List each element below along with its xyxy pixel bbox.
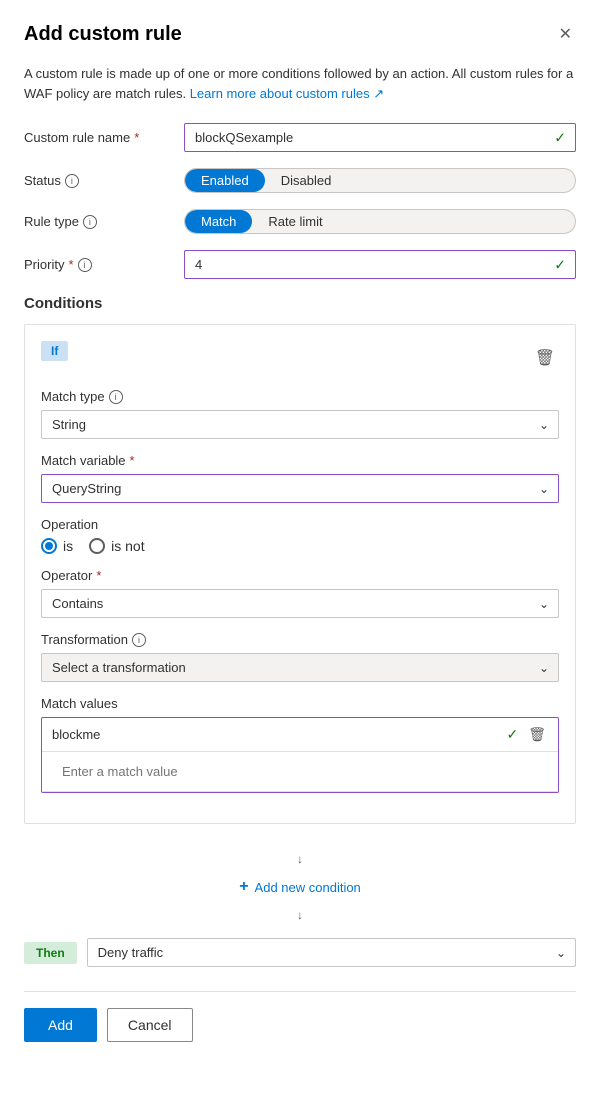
rule-type-toggle-wrap: Match Rate limit — [184, 209, 576, 234]
delete-icon: 🗑 — [535, 350, 555, 367]
custom-rule-name-field-wrap: ✓ — [184, 123, 576, 152]
match-value-delete-icon: 🗑 — [528, 726, 546, 742]
conditions-box: If 🗑 Match type i String IP address Geo … — [24, 324, 576, 824]
match-values-group: Match values blockme ✓ 🗑 — [41, 696, 559, 793]
status-enabled-button[interactable]: Enabled — [185, 169, 265, 192]
priority-valid-icon: ✓ — [554, 256, 566, 273]
custom-rule-name-label: Custom rule name * — [24, 130, 184, 145]
match-variable-select[interactable]: QueryString RequestBody RequestHeaders R… — [41, 474, 559, 503]
priority-row: Priority * i ✓ — [24, 250, 576, 279]
status-info-icon: i — [65, 174, 79, 188]
add-condition-area: ↓ + Add new condition ↓ — [24, 836, 576, 938]
then-badge: Then — [24, 942, 77, 964]
add-condition-button[interactable]: + Add new condition — [231, 874, 369, 900]
operation-is-not-radio[interactable] — [89, 538, 105, 554]
learn-more-link[interactable]: Learn more about custom rules ↗ — [190, 86, 384, 101]
match-value-text: blockme — [52, 727, 498, 742]
rule-type-label: Rule type i — [24, 214, 184, 229]
priority-input[interactable] — [184, 250, 576, 279]
match-value-delete-button[interactable]: 🗑 — [526, 724, 548, 745]
priority-field-wrap: ✓ — [184, 250, 576, 279]
operation-label: Operation — [41, 517, 559, 532]
operation-is-radio[interactable] — [41, 538, 57, 554]
close-icon: ✕ — [559, 24, 572, 44]
if-badge: If — [41, 341, 68, 361]
transformation-label: Transformation i — [41, 632, 559, 647]
dialog-header: Add custom rule ✕ — [24, 20, 576, 48]
condition-arrow: ↓ — [297, 852, 303, 866]
match-variable-label: Match variable * — [41, 453, 559, 468]
plus-icon: + — [239, 878, 248, 896]
match-type-select-wrapper: String IP address Geo location ⌄ — [41, 410, 559, 439]
match-value-input-row — [42, 752, 558, 792]
priority-required-indicator: * — [68, 257, 73, 272]
conditions-section-title: Conditions — [24, 295, 576, 312]
operator-select[interactable]: Contains Equals StartsWith EndsWith Less… — [41, 589, 559, 618]
rule-type-match-button[interactable]: Match — [185, 210, 252, 233]
operator-label: Operator * — [41, 568, 559, 583]
rule-type-info-icon: i — [83, 215, 97, 229]
operation-radio-group: is is not — [41, 538, 559, 554]
priority-info-icon: i — [78, 258, 92, 272]
operator-required: * — [96, 568, 101, 583]
name-valid-icon: ✓ — [554, 129, 566, 146]
transformation-info-icon: i — [132, 633, 146, 647]
status-disabled-button[interactable]: Disabled — [265, 169, 348, 192]
rule-type-row: Rule type i Match Rate limit — [24, 209, 576, 234]
operator-select-wrapper: Contains Equals StartsWith EndsWith Less… — [41, 589, 559, 618]
required-indicator: * — [134, 130, 139, 145]
operation-group: Operation is is not — [41, 517, 559, 554]
cancel-button[interactable]: Cancel — [107, 1008, 193, 1042]
match-variable-required: * — [130, 453, 135, 468]
transformation-select-wrapper: Select a transformation Lowercase Upperc… — [41, 653, 559, 682]
match-values-box: blockme ✓ 🗑 — [41, 717, 559, 793]
close-button[interactable]: ✕ — [555, 20, 576, 48]
match-value-item: blockme ✓ 🗑 — [42, 718, 558, 752]
status-toggle-wrap: Enabled Disabled — [184, 168, 576, 193]
add-button[interactable]: Add — [24, 1008, 97, 1042]
dialog-title: Add custom rule — [24, 23, 182, 46]
match-type-select[interactable]: String IP address Geo location — [41, 410, 559, 439]
match-type-label: Match type i — [41, 389, 559, 404]
arrow-down-icon: ↓ — [297, 852, 303, 866]
then-action-select-wrapper: Deny traffic Allow traffic Log only Redi… — [87, 938, 576, 967]
custom-rule-name-input[interactable] — [184, 123, 576, 152]
status-toggle-group: Enabled Disabled — [184, 168, 576, 193]
operation-is-option[interactable]: is — [41, 538, 73, 554]
operation-is-not-label: is not — [111, 538, 144, 554]
match-values-label: Match values — [41, 696, 559, 711]
custom-rule-name-row: Custom rule name * ✓ — [24, 123, 576, 152]
priority-label: Priority * i — [24, 257, 184, 272]
rule-type-toggle-group: Match Rate limit — [184, 209, 576, 234]
match-value-input[interactable] — [52, 758, 548, 785]
add-condition-label: Add new condition — [255, 880, 361, 895]
if-header: If 🗑 — [41, 341, 559, 375]
status-row: Status i Enabled Disabled — [24, 168, 576, 193]
description-text: A custom rule is made up of one or more … — [24, 64, 576, 103]
operation-is-label: is — [63, 538, 73, 554]
match-value-check-icon: ✓ — [506, 726, 518, 743]
rule-type-rate-limit-button[interactable]: Rate limit — [252, 210, 338, 233]
transformation-select[interactable]: Select a transformation Lowercase Upperc… — [41, 653, 559, 682]
match-variable-group: Match variable * QueryString RequestBody… — [41, 453, 559, 503]
add-custom-rule-dialog: Add custom rule ✕ A custom rule is made … — [0, 0, 600, 1066]
status-label: Status i — [24, 173, 184, 188]
transformation-group: Transformation i Select a transformation… — [41, 632, 559, 682]
operator-group: Operator * Contains Equals StartsWith En… — [41, 568, 559, 618]
then-action-select[interactable]: Deny traffic Allow traffic Log only Redi… — [87, 938, 576, 967]
match-type-group: Match type i String IP address Geo locat… — [41, 389, 559, 439]
delete-condition-button[interactable]: 🗑 — [531, 344, 559, 372]
operation-is-not-option[interactable]: is not — [89, 538, 144, 554]
match-type-info-icon: i — [109, 390, 123, 404]
arrow-down-icon-2: ↓ — [297, 908, 303, 922]
footer-buttons: Add Cancel — [24, 991, 576, 1042]
condition-arrow-below: ↓ — [297, 908, 303, 922]
match-variable-select-wrapper: QueryString RequestBody RequestHeaders R… — [41, 474, 559, 503]
then-row: Then Deny traffic Allow traffic Log only… — [24, 938, 576, 967]
